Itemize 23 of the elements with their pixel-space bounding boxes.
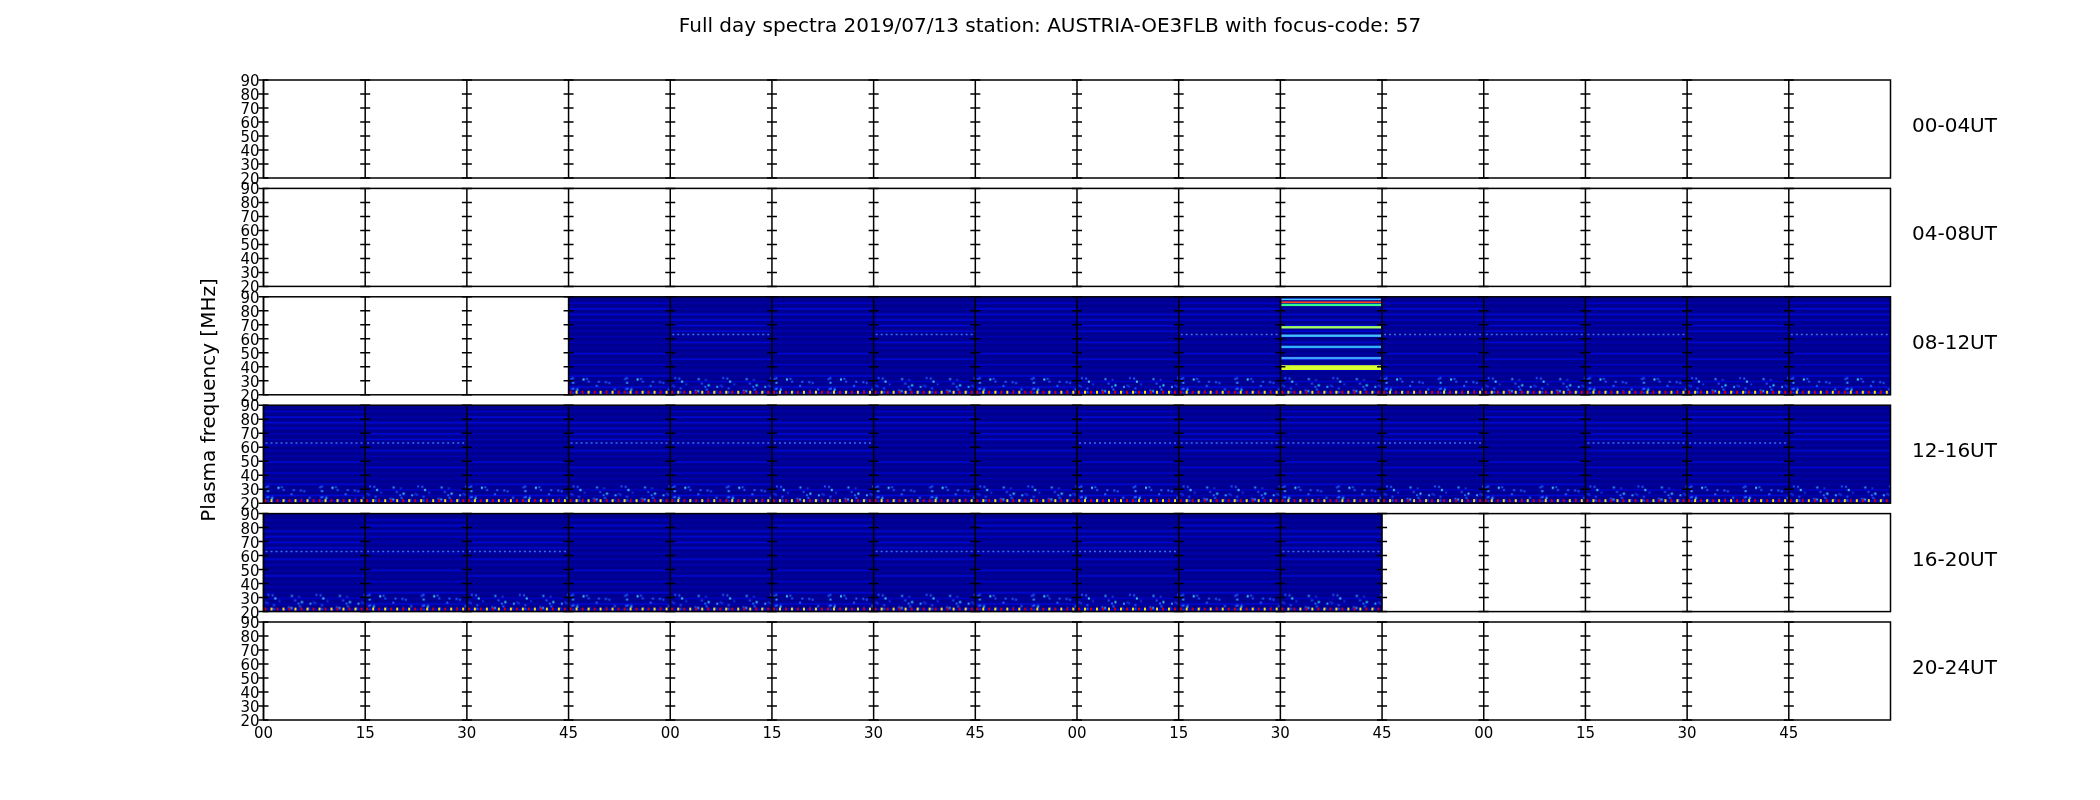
panel-label: 16-20UT <box>1912 546 1997 571</box>
x-tick-label: 15 <box>1169 724 1189 742</box>
x-tick-label: 45 <box>1372 724 1392 742</box>
x-tick-label: 00 <box>1474 724 1494 742</box>
x-tick-label: 30 <box>1270 724 1290 742</box>
x-tick-label: 15 <box>1575 724 1595 742</box>
panel-label: 08-12UT <box>1912 329 1997 354</box>
x-tick-label: 15 <box>762 724 782 742</box>
x-tick-label: 30 <box>1677 724 1697 742</box>
panel-label: 20-24UT <box>1912 655 1997 679</box>
x-tick-label: 30 <box>864 724 884 742</box>
chart-title: Full day spectra 2019/07/13 station: AUSTRIA-OE3FLB with focus-code: 57 <box>678 13 1422 37</box>
x-tick-label: 45 <box>1779 724 1799 742</box>
x-tick-label: 45 <box>965 724 985 742</box>
x-tick-label: 00 <box>660 724 680 742</box>
x-tick-label: 00 <box>1067 724 1087 742</box>
panel-label: 00-04UT <box>1912 113 1997 137</box>
x-tick-label: 15 <box>355 724 375 742</box>
panel-label: 04-08UT <box>1912 221 1997 246</box>
panel-label: 12-16UT <box>1912 438 1997 463</box>
x-tick-label: 30 <box>457 724 477 742</box>
y-axis-label: Plasma frequency [MHz] <box>196 278 220 522</box>
x-tick-label: 45 <box>559 724 579 742</box>
